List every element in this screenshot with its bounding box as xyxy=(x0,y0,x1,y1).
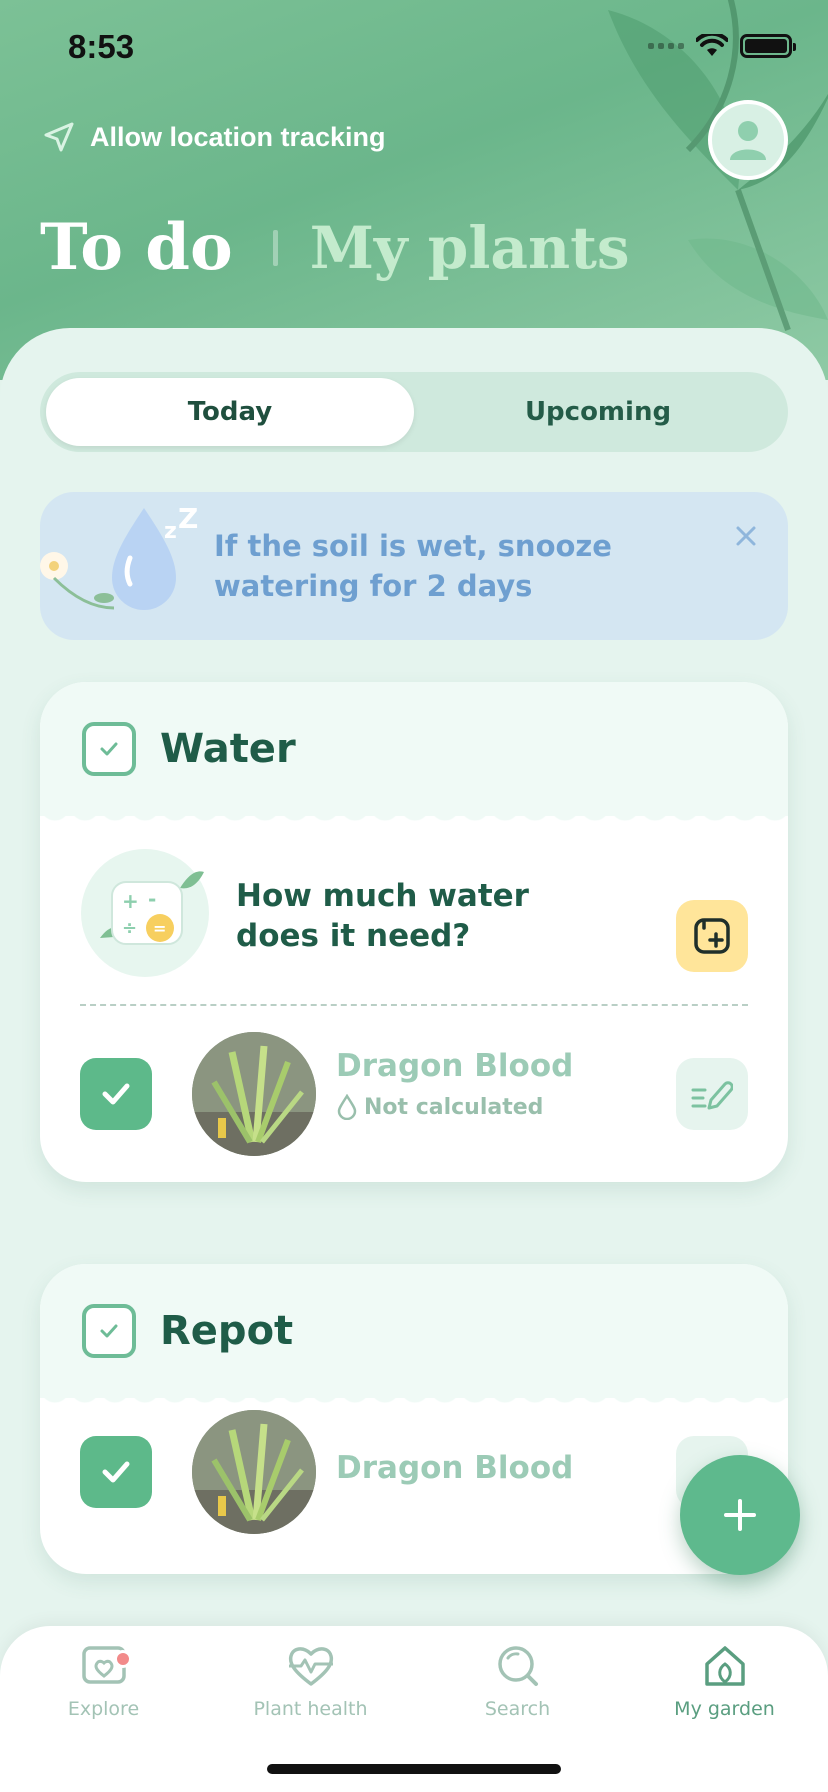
tab-search[interactable]: Search xyxy=(414,1642,621,1720)
check-icon xyxy=(102,1083,130,1105)
plus-icon xyxy=(724,1499,756,1531)
repot-task-card: Repot Dragon Blood xyxy=(40,1264,788,1574)
tab-search-label: Search xyxy=(484,1698,551,1720)
page-title-row: To do My plants xyxy=(40,210,630,285)
tab-to-do[interactable]: To do xyxy=(40,210,233,285)
svg-text:z: z xyxy=(164,519,177,544)
plant-image xyxy=(192,1032,316,1156)
plant-name[interactable]: Dragon Blood xyxy=(336,1450,573,1486)
battery-icon xyxy=(740,34,796,58)
water-amount-status: Not calculated xyxy=(336,1094,543,1120)
repot-select-all-checkbox[interactable] xyxy=(82,1304,136,1358)
water-calculator-row[interactable]: + - ÷ = How much water does it need? xyxy=(40,816,788,1006)
check-icon xyxy=(100,1324,118,1338)
open-calculator-button[interactable] xyxy=(676,900,748,972)
water-drop-sleep-illustration: z Z xyxy=(40,502,198,610)
status-icons xyxy=(648,34,796,58)
water-status-text: Not calculated xyxy=(364,1094,544,1120)
svg-text:+: + xyxy=(122,889,139,913)
plant-photo[interactable] xyxy=(192,1410,316,1534)
user-icon xyxy=(730,121,766,160)
repot-card-header: Repot xyxy=(40,1264,788,1408)
tab-my-plants[interactable]: My plants xyxy=(310,214,630,282)
tab-explore-label: Explore xyxy=(67,1698,140,1720)
svg-text:=: = xyxy=(153,919,166,938)
title-divider xyxy=(272,229,278,266)
segment-today[interactable]: Today xyxy=(46,378,414,446)
tab-explore[interactable]: Explore xyxy=(0,1642,207,1720)
location-arrow-icon xyxy=(44,122,74,152)
repot-plant-row: Dragon Blood xyxy=(40,1398,788,1574)
edit-pencil-icon xyxy=(691,1081,733,1110)
water-plant-checkbox[interactable] xyxy=(80,1058,152,1130)
svg-text:÷: ÷ xyxy=(122,918,137,939)
water-calculator-prompt: How much water does it need? xyxy=(236,878,529,954)
calculator-plus-icon xyxy=(694,918,730,954)
plant-name[interactable]: Dragon Blood xyxy=(336,1048,573,1084)
tab-my-garden-label: My garden xyxy=(674,1698,775,1720)
status-bar: 8:53 xyxy=(0,0,828,100)
home-icon xyxy=(704,1646,745,1686)
water-select-all-checkbox[interactable] xyxy=(82,722,136,776)
signal-icon xyxy=(648,43,684,49)
water-card-header: Water xyxy=(40,682,788,826)
check-icon xyxy=(100,742,118,756)
plant-photo[interactable] xyxy=(192,1032,316,1156)
notification-badge xyxy=(114,1650,132,1668)
svg-text:-: - xyxy=(148,887,156,911)
status-time: 8:53 xyxy=(68,28,135,65)
tab-my-garden[interactable]: My garden xyxy=(621,1642,828,1720)
calculator-illustration: + - ÷ = xyxy=(81,849,209,977)
tab-plant-health-label: Plant health xyxy=(253,1698,368,1720)
svg-text:Z: Z xyxy=(178,502,198,535)
plant-image xyxy=(192,1410,316,1534)
wifi-icon xyxy=(696,34,728,56)
home-indicator[interactable] xyxy=(267,1764,561,1774)
water-card-title: Water xyxy=(160,726,296,772)
heart-pulse-icon xyxy=(288,1647,333,1686)
profile-avatar-button[interactable] xyxy=(708,100,788,180)
location-tracking-label: Allow location tracking xyxy=(90,121,386,152)
repot-plant-checkbox[interactable] xyxy=(80,1436,152,1508)
search-icon xyxy=(497,1646,538,1686)
location-tracking-button[interactable]: Allow location tracking xyxy=(42,120,386,154)
repot-card-title: Repot xyxy=(160,1308,294,1354)
water-task-card: Water + - ÷ = How much water does it nee… xyxy=(40,682,788,1182)
water-drop-icon xyxy=(337,1094,357,1120)
day-segmented-control: Today Upcoming xyxy=(40,372,788,452)
edit-water-button[interactable] xyxy=(676,1058,748,1130)
tab-plant-health[interactable]: Plant health xyxy=(207,1642,414,1720)
water-plant-row: Dragon Blood Not calculated xyxy=(40,1006,788,1182)
segment-upcoming[interactable]: Upcoming xyxy=(414,378,782,446)
close-icon[interactable] xyxy=(730,520,762,552)
snooze-tip-banner: z Z If the soil is wet, snooze watering … xyxy=(40,492,788,640)
check-icon xyxy=(102,1461,130,1483)
add-task-button[interactable] xyxy=(680,1455,800,1575)
tip-text: If the soil is wet, snooze watering for … xyxy=(214,529,612,603)
